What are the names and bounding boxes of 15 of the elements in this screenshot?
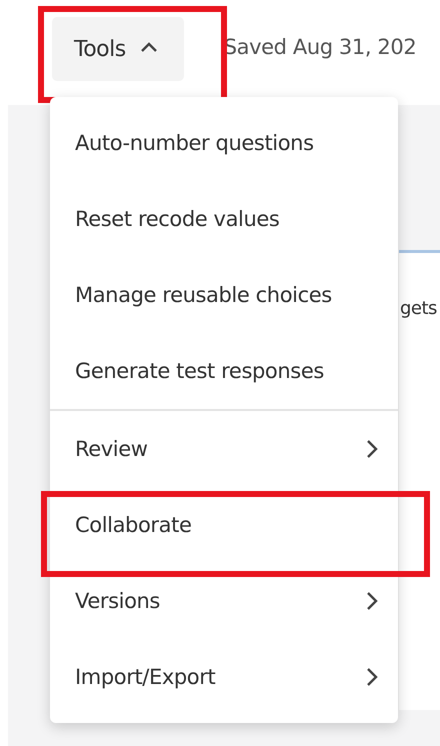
menu-item[interactable]: Auto-number questions	[50, 105, 398, 181]
chevron-right-icon	[366, 591, 378, 611]
chevron-up-icon	[140, 41, 158, 53]
menu-item[interactable]: Review	[50, 411, 398, 487]
menu-item[interactable]: Reset recode values	[50, 181, 398, 257]
menu-item[interactable]: Versions	[50, 563, 398, 639]
save-status: Saved Aug 31, 202	[224, 35, 416, 59]
chevron-right-icon	[366, 667, 378, 687]
panel-text: gets	[400, 298, 437, 319]
menu-item[interactable]: Collaborate	[50, 487, 398, 563]
chevron-right-icon	[366, 439, 378, 459]
menu-item[interactable]: Manage reusable choices	[50, 257, 398, 333]
menu-item[interactable]: Generate test responses	[50, 333, 398, 409]
menu-item[interactable]: Import/Export	[50, 639, 398, 715]
tools-button[interactable]: Tools	[52, 17, 184, 81]
